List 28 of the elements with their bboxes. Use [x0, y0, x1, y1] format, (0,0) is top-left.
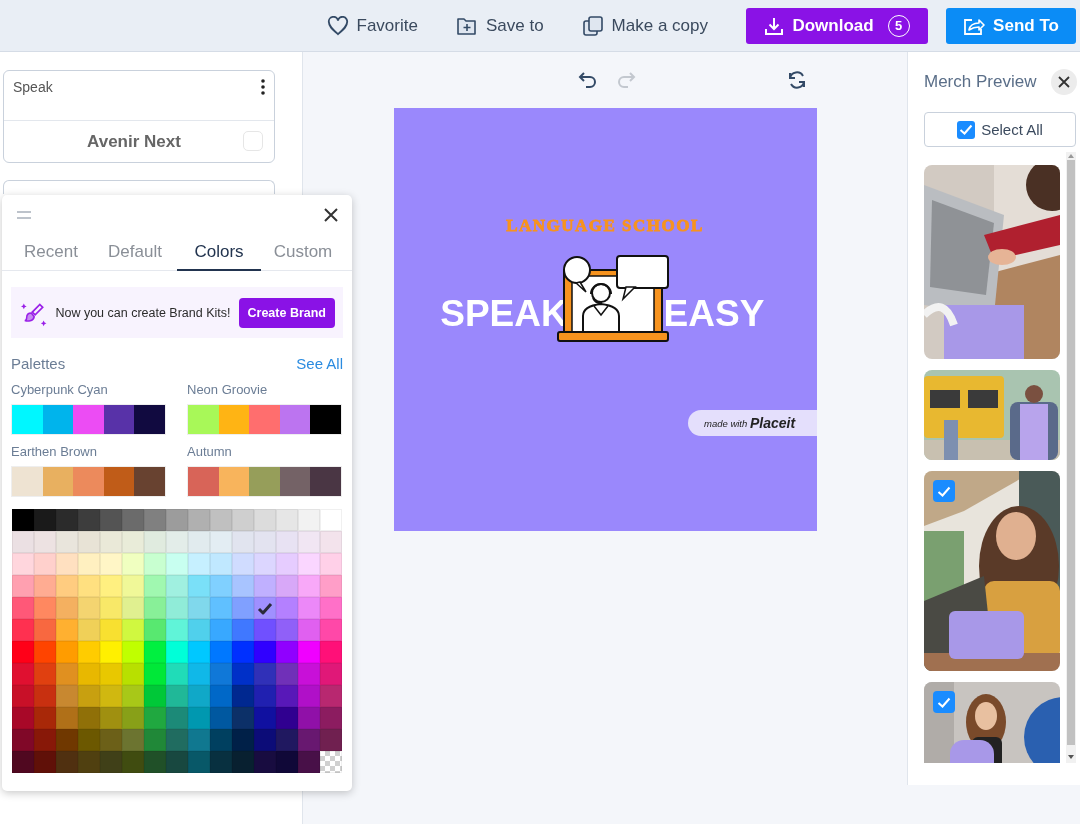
design-headline: EASY [663, 293, 764, 334]
palette-name: Cyberpunk Cyan [11, 382, 109, 398]
design-subtitle: LANGUAGE SCHOOL [505, 216, 704, 235]
send-to-button[interactable]: Send To [946, 7, 1076, 44]
tab[interactable]: Recent [9, 235, 93, 271]
download-button[interactable]: Download 5 [746, 7, 928, 44]
banner-text: Now you can create Brand Kits! [55, 305, 231, 320]
tab[interactable]: Default [93, 235, 177, 271]
panel-title: Merch Preview [924, 72, 1037, 92]
design-headline: SPEAK [439, 293, 568, 334]
tab[interactable]: Custom [261, 235, 345, 271]
save-to-button[interactable]: Save to [445, 7, 554, 44]
favorite-button[interactable]: Favorite [316, 7, 428, 44]
palette-name: Earthen Brown [11, 444, 98, 460]
section-heading: Palettes [11, 354, 66, 372]
design-canvas[interactable]: LANGUAGE SCHOOL SPEAK EASY made with Placeit [393, 108, 817, 531]
layer-text: Speak [13, 79, 53, 96]
palette-name: Neon Groovie [187, 382, 269, 398]
tab[interactable]: Colors [177, 235, 261, 271]
palette-name: Autumn [187, 444, 233, 460]
see-all-link[interactable]: See All [296, 354, 343, 372]
brand-logo-text: Placeit [749, 415, 795, 431]
create-brand-button[interactable]: Create Brand [238, 297, 335, 328]
made-with-text: made with [703, 418, 747, 429]
make-copy-button[interactable]: Make a copy [571, 7, 718, 44]
layer-card[interactable]: Speak Avenir Next [3, 70, 275, 163]
font-name[interactable]: Avenir Next [87, 131, 181, 152]
select-all-button[interactable]: Select All [924, 112, 1076, 147]
